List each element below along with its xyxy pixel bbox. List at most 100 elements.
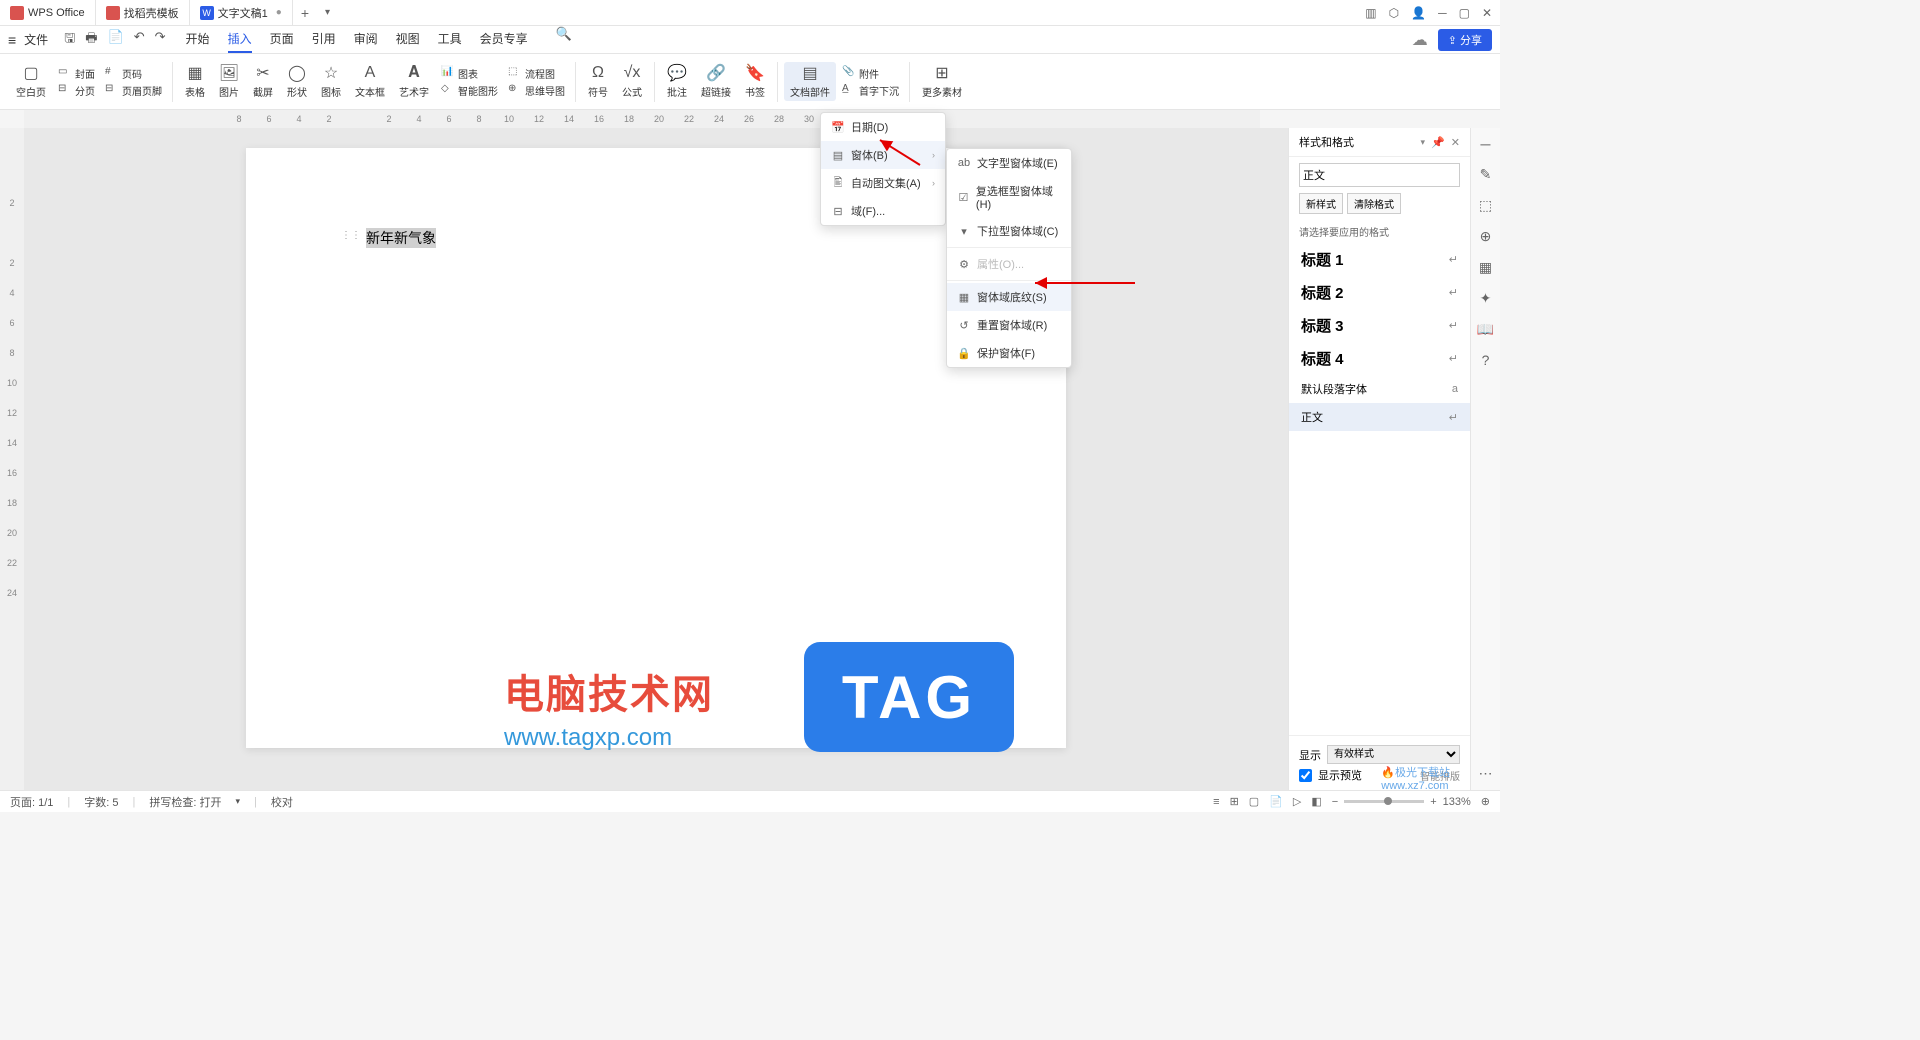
- current-style-select[interactable]: 正文: [1299, 163, 1460, 187]
- ribbon-doc-parts[interactable]: ▤文档部件: [784, 62, 836, 101]
- ribbon-symbol[interactable]: Ω符号: [582, 62, 614, 101]
- menu-tab-home[interactable]: 开始: [186, 26, 210, 53]
- zoom-in-icon[interactable]: +: [1430, 796, 1436, 808]
- zoom-value[interactable]: 133%: [1443, 796, 1471, 808]
- ribbon-smart[interactable]: ◇智能图形: [441, 83, 498, 98]
- menu-shading[interactable]: ▦窗体域底纹(S): [947, 283, 1071, 311]
- ribbon-mindmap[interactable]: ⊕思维导图: [508, 83, 565, 98]
- fit-icon[interactable]: ⊕: [1481, 795, 1490, 808]
- book-tool-icon[interactable]: 📖: [1477, 321, 1494, 338]
- menu-tab-review[interactable]: 审阅: [354, 26, 378, 53]
- select-tool-icon[interactable]: ⬚: [1479, 197, 1492, 214]
- ribbon-bookmark[interactable]: 🔖书签: [739, 62, 771, 101]
- ribbon-flowchart[interactable]: ⬚流程图: [508, 66, 565, 81]
- ribbon-wordart[interactable]: 𝐀艺术字: [393, 62, 435, 101]
- status-page[interactable]: 页面: 1/1: [10, 794, 53, 810]
- file-menu[interactable]: 文件: [24, 31, 48, 48]
- style-item-body[interactable]: 正文↵: [1289, 403, 1470, 431]
- view-focus-icon[interactable]: ◧: [1311, 795, 1321, 808]
- ribbon-more[interactable]: ⊞更多素材: [916, 62, 968, 101]
- hamburger-icon[interactable]: ≡: [8, 32, 16, 48]
- menu-date[interactable]: 📅日期(D): [821, 113, 945, 141]
- ribbon-page-break[interactable]: ⊟分页: [58, 83, 95, 98]
- menu-autotext[interactable]: 🖺自动图文集(A)›: [821, 169, 945, 197]
- ribbon-table[interactable]: ▦表格: [179, 62, 211, 101]
- close-button[interactable]: ✕: [1482, 6, 1492, 20]
- zoom-slider[interactable]: [1344, 800, 1424, 803]
- menu-tab-ref[interactable]: 引用: [312, 26, 336, 53]
- ribbon-comment[interactable]: 💬批注: [661, 62, 693, 101]
- zoom-tool-icon[interactable]: ⊕: [1480, 228, 1492, 245]
- tab-wps-office[interactable]: WPS Office: [0, 0, 96, 25]
- print-icon[interactable]: 🖶: [85, 29, 97, 51]
- show-select[interactable]: 有效样式: [1327, 745, 1460, 764]
- avatar-icon[interactable]: 👤: [1411, 6, 1426, 20]
- style-item-h3[interactable]: 标题 3↵: [1289, 309, 1470, 342]
- drag-handle-icon[interactable]: ⋮⋮: [341, 230, 361, 241]
- menu-tab-view[interactable]: 视图: [396, 26, 420, 53]
- menu-tab-insert[interactable]: 插入: [228, 26, 252, 53]
- menu-protect[interactable]: 🔒保护窗体(F): [947, 339, 1071, 367]
- ribbon-screenshot[interactable]: ✂截屏: [247, 62, 279, 101]
- menu-reset[interactable]: ↺重置窗体域(R): [947, 311, 1071, 339]
- new-style-button[interactable]: 新样式: [1299, 193, 1343, 214]
- ribbon-header-footer[interactable]: ⊟页眉页脚: [105, 83, 162, 98]
- ribbon-blank-page[interactable]: ▢空白页: [10, 62, 52, 101]
- tab-menu-button[interactable]: ▾: [317, 7, 338, 18]
- ribbon-cover[interactable]: ▭封面: [58, 66, 95, 81]
- tab-document[interactable]: W 文字文稿1 ●: [190, 0, 293, 25]
- style-item-h2[interactable]: 标题 2↵: [1289, 276, 1470, 309]
- tab-template[interactable]: 找稻壳模板: [96, 0, 190, 25]
- spell-dropdown-icon[interactable]: ▾: [235, 796, 240, 807]
- tab-add-button[interactable]: +: [293, 5, 317, 21]
- menu-field[interactable]: ⊟域(F)...: [821, 197, 945, 225]
- menu-check-form[interactable]: ☑复选框型窗体域(H): [947, 177, 1071, 217]
- menu-form[interactable]: ▤窗体(B)›: [821, 141, 945, 169]
- menu-tab-tools[interactable]: 工具: [438, 26, 462, 53]
- edit-tool-icon[interactable]: ✎: [1480, 166, 1492, 183]
- style-item-h4[interactable]: 标题 4↵: [1289, 342, 1470, 375]
- menu-dropdown-form[interactable]: ▾下拉型窗体域(C): [947, 217, 1071, 245]
- status-spell[interactable]: 拼写检查: 打开: [149, 794, 221, 810]
- preview-checkbox[interactable]: [1299, 769, 1312, 782]
- ribbon-textbox[interactable]: A文本框: [349, 62, 391, 101]
- window-info-icon[interactable]: ▥: [1365, 6, 1376, 20]
- zoom-control[interactable]: − + 133%: [1332, 796, 1471, 808]
- ai-tool-icon[interactable]: ✦: [1480, 290, 1492, 307]
- undo-icon[interactable]: ↶: [134, 29, 145, 51]
- ribbon-hyperlink[interactable]: 🔗超链接: [695, 62, 737, 101]
- document-text[interactable]: 新年新气象: [366, 228, 436, 248]
- search-icon[interactable]: 🔍: [556, 26, 572, 53]
- menu-tab-vip[interactable]: 会员专享: [480, 26, 528, 53]
- pin-icon[interactable]: 📌: [1431, 136, 1445, 149]
- menu-tab-page[interactable]: 页面: [270, 26, 294, 53]
- ribbon-attachment[interactable]: 📎附件: [842, 66, 899, 81]
- ruler-horizontal[interactable]: 86 42 2 46 810 1214 1618 2022 2426 2830 …: [24, 110, 1260, 128]
- ribbon-chart[interactable]: 📊图表: [441, 66, 498, 81]
- clear-format-button[interactable]: 清除格式: [1347, 193, 1401, 214]
- ribbon-equation[interactable]: √x公式: [616, 62, 648, 101]
- status-words[interactable]: 字数: 5: [84, 794, 118, 810]
- style-item-default[interactable]: 默认段落字体a: [1289, 375, 1470, 403]
- ruler-vertical[interactable]: 2 246 81012 141618 202224: [0, 128, 24, 792]
- status-proofing[interactable]: 校对: [271, 794, 293, 810]
- dropdown-icon[interactable]: ▾: [1421, 137, 1426, 148]
- maximize-button[interactable]: ▢: [1459, 6, 1470, 20]
- cube-icon[interactable]: ⬡: [1389, 6, 1399, 20]
- redo-icon[interactable]: ↷: [155, 29, 166, 51]
- share-button[interactable]: ⇪ 分享: [1438, 29, 1492, 51]
- document-area[interactable]: ⋮⋮ 新年新气象 电脑技术网 www.tagxp.com TAG: [24, 128, 1288, 792]
- panel-close-icon[interactable]: ✕: [1451, 136, 1460, 149]
- view-grid-icon[interactable]: ⊞: [1230, 795, 1239, 808]
- help-tool-icon[interactable]: ?: [1482, 352, 1490, 368]
- cloud-icon[interactable]: ☁: [1412, 30, 1428, 50]
- style-item-h1[interactable]: 标题 1↵: [1289, 243, 1470, 276]
- tab-close-icon[interactable]: ●: [276, 7, 282, 18]
- ribbon-icon[interactable]: ☆图标: [315, 62, 347, 101]
- collapse-icon[interactable]: ─: [1481, 136, 1491, 152]
- print-preview-icon[interactable]: 📄: [108, 29, 124, 51]
- view-web-icon[interactable]: 📄: [1269, 795, 1283, 808]
- menu-text-form[interactable]: ab文字型窗体域(E): [947, 149, 1071, 177]
- ribbon-dropcap[interactable]: A̲首字下沉: [842, 83, 899, 98]
- view-read-icon[interactable]: ▷: [1293, 795, 1301, 808]
